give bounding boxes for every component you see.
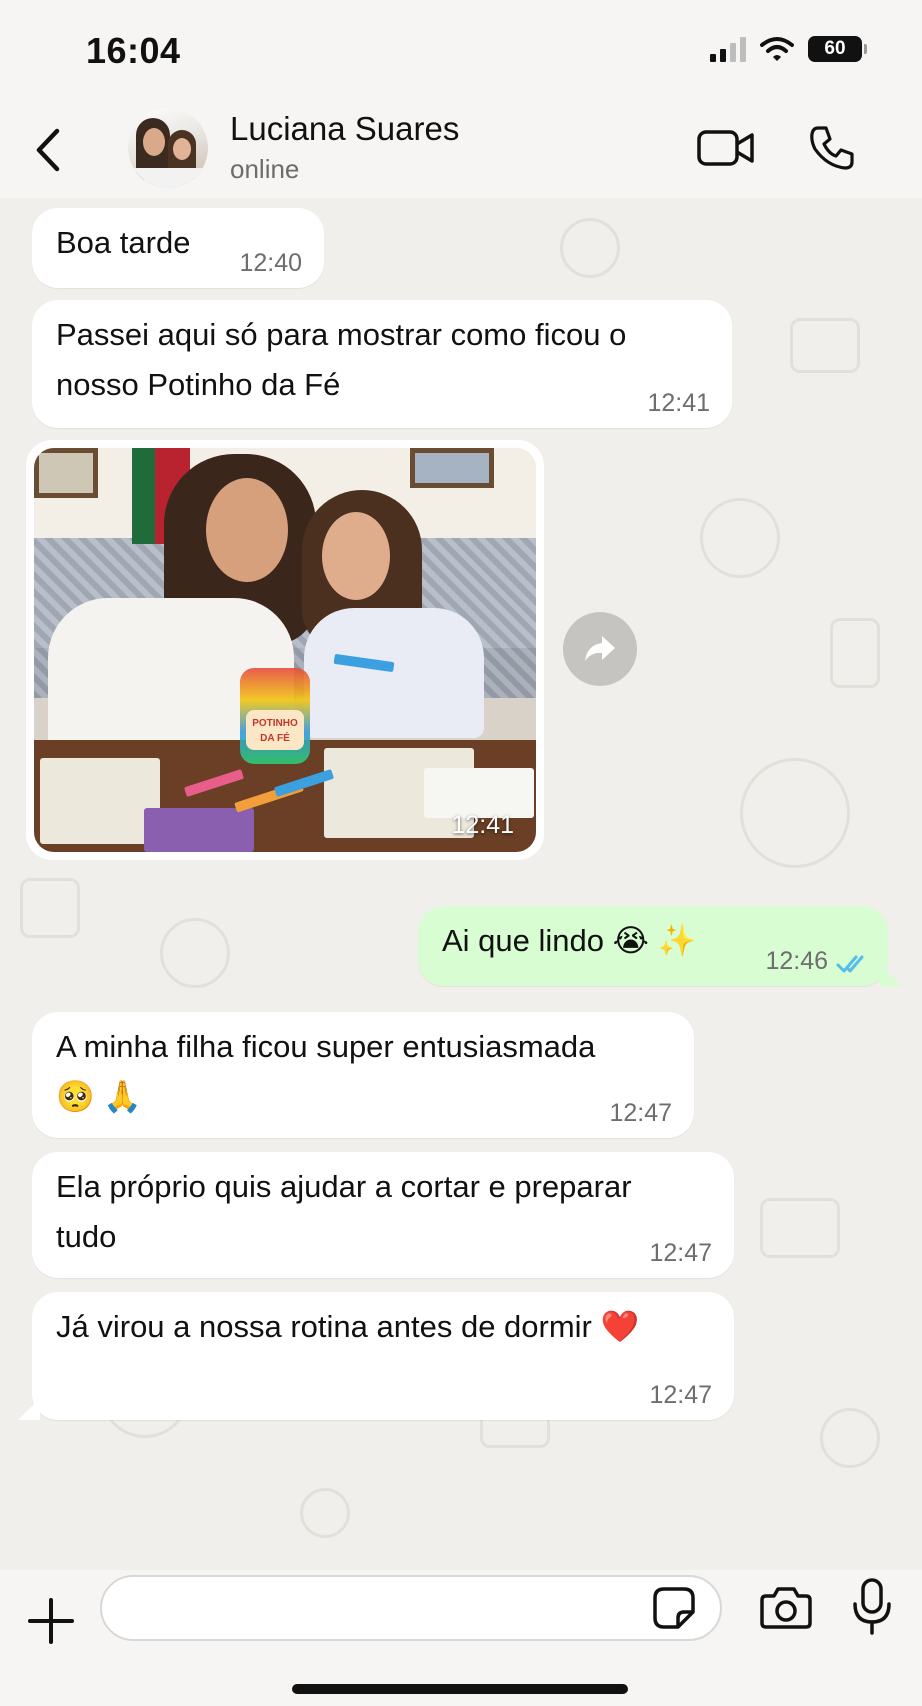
camera-icon	[760, 1587, 812, 1629]
message-bubble[interactable]: Passei aqui só para mostrar como ficou o…	[32, 300, 732, 428]
message-text: 🥺 🙏	[56, 1079, 142, 1114]
phone-icon	[810, 126, 854, 170]
message-time: 12:47	[649, 1239, 712, 1267]
message-text: Boa tarde	[56, 225, 191, 260]
message-text: tudo	[56, 1219, 117, 1254]
message-bubble[interactable]: A minha filha ficou super entusiasmada 🥺…	[32, 1012, 694, 1138]
message-text: nosso Potinho da Fé	[56, 367, 341, 402]
status-bar: 16:04 60	[0, 0, 922, 100]
message-bubble-outgoing[interactable]: Ai que lindo 😭 ✨ 12:46	[418, 906, 902, 986]
message-text: Já virou a nossa rotina antes de dormir …	[56, 1309, 640, 1344]
jar-label: POTINHO DA FÉ	[246, 710, 304, 750]
jar-label-line2: DA FÉ	[260, 731, 290, 744]
attach-button[interactable]	[28, 1598, 74, 1644]
back-button[interactable]	[28, 122, 68, 178]
avatar[interactable]	[128, 108, 208, 188]
voice-call-button[interactable]	[804, 120, 860, 176]
message-bubble[interactable]: Já virou a nossa rotina antes de dormir …	[18, 1292, 734, 1420]
message-time: 12:40	[239, 249, 302, 277]
chat-header: Luciana Suares online	[0, 100, 922, 200]
wifi-icon	[760, 37, 794, 61]
sticker-button[interactable]	[652, 1586, 696, 1630]
message-time: 12:41	[451, 811, 514, 839]
mic-button[interactable]	[852, 1578, 892, 1636]
status-icons: 60	[710, 36, 867, 62]
message-composer	[0, 1570, 922, 1706]
message-time: 12:47	[609, 1099, 672, 1127]
message-time: 12:46	[765, 947, 828, 975]
battery-icon: 60	[808, 36, 867, 62]
message-text: A minha filha ficou super entusiasmada	[56, 1029, 596, 1064]
sticker-icon	[653, 1587, 695, 1629]
message-text: Ela próprio quis ajudar a cortar e prepa…	[56, 1169, 632, 1204]
camera-button[interactable]	[760, 1584, 812, 1632]
status-time: 16:04	[86, 30, 181, 71]
battery-level: 60	[824, 38, 846, 59]
message-input[interactable]	[100, 1575, 722, 1641]
message-text: Passei aqui só para mostrar como ficou o	[56, 317, 627, 352]
image-message[interactable]: POTINHO DA FÉ 12:41	[26, 440, 544, 860]
message-time: 12:47	[649, 1381, 712, 1409]
read-ticks-icon	[836, 955, 864, 973]
message-time: 12:41	[647, 389, 710, 417]
plus-icon	[28, 1598, 74, 1644]
message-bubble[interactable]: Ela próprio quis ajudar a cortar e prepa…	[32, 1152, 734, 1278]
forward-icon	[585, 636, 615, 661]
contact-name[interactable]: Luciana Suares	[230, 110, 459, 148]
message-text: Ai que lindo 😭 ✨	[442, 923, 697, 958]
message-bubble[interactable]: Boa tarde 12:40	[32, 208, 324, 288]
back-icon	[36, 128, 60, 172]
mic-icon	[853, 1578, 891, 1635]
signal-icon	[710, 36, 746, 62]
video-call-icon	[697, 130, 754, 166]
forward-button[interactable]	[563, 612, 637, 686]
home-indicator[interactable]	[292, 1684, 628, 1694]
jar-label-line1: POTINHO	[252, 718, 298, 729]
contact-status: online	[230, 154, 300, 184]
shared-photo[interactable]: POTINHO DA FÉ	[34, 448, 536, 852]
video-call-button[interactable]	[696, 120, 756, 176]
